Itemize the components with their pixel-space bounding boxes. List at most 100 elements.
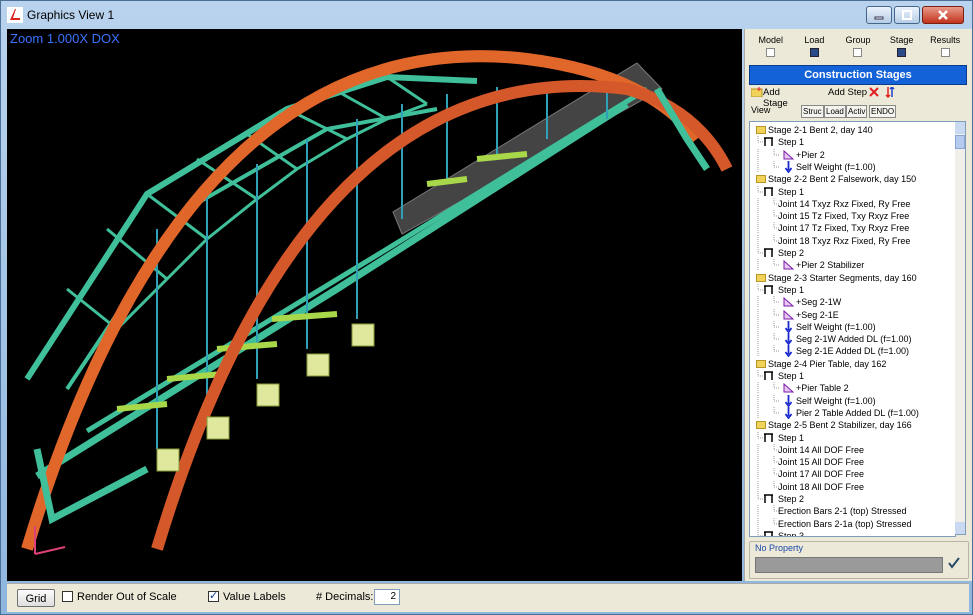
tree-guide-line: [757, 296, 780, 309]
tree-guide-line: [757, 456, 780, 469]
tree-item-stage[interactable]: Stage 2-2 Bent 2 Falsework, day 150: [750, 173, 955, 185]
tree-item-plain[interactable]: Joint 18 All DOF Free: [750, 480, 955, 493]
step-icon: [764, 186, 773, 196]
tree-item-plain[interactable]: Joint 15 Tz Fixed, Txy Rxyz Free: [750, 210, 955, 223]
tree-item-load[interactable]: Seg 2-1W Added DL (f=1.00): [750, 333, 955, 346]
tree-item-plain[interactable]: Erection Bars 2-1a (top) Stressed: [750, 517, 955, 530]
title-bar[interactable]: Graphics View 1: [1, 1, 972, 29]
apply-check-icon[interactable]: [947, 556, 961, 570]
bridge-model-render[interactable]: [7, 29, 742, 581]
delete-button[interactable]: [869, 87, 879, 100]
add-stage-button[interactable]: Add Stage: [750, 87, 788, 109]
view-row: View Struc Load Activ ENDO: [749, 105, 967, 118]
load-arrow-icon: [785, 320, 792, 333]
tree-item-step[interactable]: Step 1: [750, 370, 955, 382]
tree-guide-line: [757, 320, 780, 333]
tree-item-plain[interactable]: Joint 14 Txyz Rxz Fixed, Ry Free: [750, 197, 955, 210]
construction-stages-panel: Model Load Group Stage Results Construct…: [744, 29, 972, 581]
tree-item-label: Joint 14 Txyz Rxz Fixed, Ry Free: [778, 198, 911, 209]
tab-load-label: Load: [804, 35, 825, 45]
property-field[interactable]: [755, 557, 943, 573]
tab-load[interactable]: Load: [793, 35, 837, 63]
value-labels-checkbox[interactable]: [208, 589, 219, 602]
tree-item-label: +Pier 2: [796, 149, 825, 160]
decimals-input[interactable]: 2: [374, 589, 400, 605]
scroll-up-arrow[interactable]: [955, 122, 965, 134]
tree-item-step[interactable]: Step 1: [750, 431, 955, 444]
grid-button[interactable]: Grid: [17, 589, 55, 607]
tree-item-add[interactable]: +Seg 2-1W: [750, 296, 955, 309]
tree-item-load[interactable]: Self Weight (f=1.00): [750, 320, 955, 333]
tree-item-plain[interactable]: Erection Bars 2-1 (top) Stressed: [750, 505, 955, 518]
tree-item-stage[interactable]: Stage 2-4 Pier Table, day 162: [750, 358, 955, 370]
tree-item-stage[interactable]: Stage 2-1 Bent 2, day 140: [750, 124, 955, 136]
tree-item-plain[interactable]: Joint 17 All DOF Free: [750, 468, 955, 481]
tree-item-plain[interactable]: Joint 15 All DOF Free: [750, 456, 955, 469]
tree-item-label: Stage 2-4 Pier Table, day 162: [768, 358, 887, 369]
tab-stage[interactable]: Stage: [880, 35, 924, 63]
add-step-button[interactable]: Add Step: [828, 87, 867, 98]
property-label: No Property: [753, 543, 806, 553]
maximize-button[interactable]: [894, 6, 920, 24]
structure-add-icon: [783, 297, 794, 307]
tree-item-load[interactable]: Seg 2-1E Added DL (f=1.00): [750, 345, 955, 358]
stage-tree[interactable]: Stage 2-1 Bent 2, day 140 Step 1 +Pier 2 Se…: [749, 121, 956, 537]
tree-item-stage[interactable]: Stage 2-5 Bent 2 Stabilizer, day 166: [750, 419, 955, 431]
view-tab-activ[interactable]: Activ: [846, 105, 868, 118]
tree-guide-line: [757, 468, 780, 481]
tree-item-label: Stage 2-1 Bent 2, day 140: [768, 125, 873, 135]
tree-item-step[interactable]: Step 1: [750, 136, 955, 148]
view-label: View: [751, 105, 771, 115]
tree-item-label: Erection Bars 2-1a (top) Stressed: [778, 518, 912, 529]
tree-guide-line: [757, 234, 780, 247]
view-tab-struc[interactable]: Struc: [801, 105, 824, 118]
close-button[interactable]: [922, 6, 964, 24]
scroll-down-arrow[interactable]: [955, 522, 965, 534]
folder-icon: [756, 359, 766, 368]
load-arrow-icon: [785, 160, 792, 173]
sort-button[interactable]: [885, 85, 895, 101]
scroll-thumb[interactable]: [955, 135, 965, 149]
tree-item-label: Self Weight (f=1.00): [796, 321, 876, 332]
tree-item-add[interactable]: +Pier 2: [750, 148, 955, 161]
tab-results[interactable]: Results: [923, 35, 967, 63]
tree-item-label: Joint 17 Tz Fixed, Txy Rxyz Free: [778, 223, 910, 234]
tree-item-step[interactable]: Step 2: [750, 493, 955, 505]
minimize-button[interactable]: [866, 6, 892, 24]
folder-icon: [756, 273, 766, 282]
tree-item-load[interactable]: Self Weight (f=1.00): [750, 160, 955, 173]
tree-item-plain[interactable]: Joint 14 All DOF Free: [750, 443, 955, 456]
tree-item-label: Seg 2-1E Added DL (f=1.00): [796, 346, 909, 357]
step-icon: [764, 285, 773, 294]
folder-icon: [756, 421, 766, 430]
tree-item-add[interactable]: +Pier 2 Stabilizer: [750, 259, 955, 272]
tree-item-label: Step 3: [778, 530, 805, 537]
folder-icon: [756, 126, 766, 134]
view-tab-endo[interactable]: ENDO: [869, 105, 897, 118]
decimals-label: # Decimals:: [316, 591, 374, 603]
step-icon: [764, 432, 773, 442]
tree-item-stage[interactable]: Stage 2-3 Starter Segments, day 160: [750, 272, 955, 284]
tree-item-label: +Seg 2-1W: [796, 297, 842, 308]
tab-group[interactable]: Group: [836, 35, 880, 63]
tree-item-plain[interactable]: Joint 17 Tz Fixed, Txy Rxyz Free: [750, 222, 955, 235]
tree-item-step[interactable]: Step 1: [750, 283, 955, 296]
graphics-viewport[interactable]: Zoom 1.000X DOX: [7, 29, 742, 581]
tree-item-add[interactable]: +Pier Table 2: [750, 382, 955, 395]
tree-item-step[interactable]: Step 2: [750, 247, 955, 259]
app-logo-icon: [7, 7, 23, 23]
render-out-of-scale-checkbox[interactable]: [62, 591, 73, 602]
tree-item-load[interactable]: Self Weight (f=1.00): [750, 394, 955, 407]
tree-item-load[interactable]: Pier 2 Table Added DL (f=1.00): [750, 406, 955, 419]
tree-item-plain[interactable]: Joint 18 Txyz Rxz Fixed, Ry Free: [750, 234, 955, 247]
tree-guide-line: [757, 308, 780, 321]
folder-icon: [756, 175, 766, 184]
view-tab-load[interactable]: Load: [824, 105, 846, 118]
tree-item-step[interactable]: Step 3: [750, 529, 955, 537]
tree-item-add[interactable]: +Seg 2-1E: [750, 308, 955, 321]
tree-scrollbar[interactable]: [955, 121, 966, 535]
tree-item-label: Erection Bars 2-1 (top) Stressed: [778, 506, 907, 517]
tree-item-label: Step 2: [778, 248, 805, 258]
tree-item-step[interactable]: Step 1: [750, 185, 955, 198]
tab-model[interactable]: Model: [749, 35, 793, 63]
